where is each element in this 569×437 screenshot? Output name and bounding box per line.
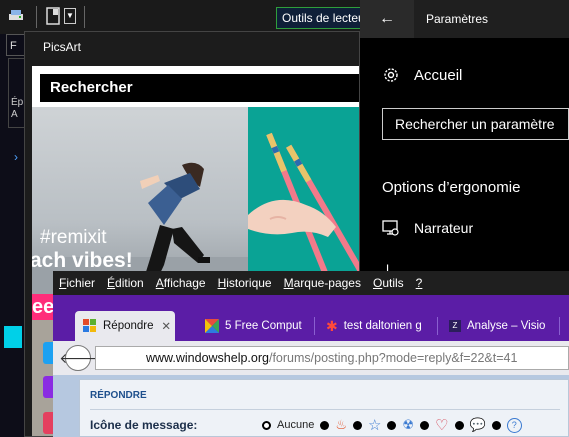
radio-icon-option[interactable] [320,420,330,430]
toolbar-separator [36,6,37,28]
toolbar-separator [84,6,85,28]
no-icon-label: Aucune [277,419,315,431]
message-icon-label: Icône de message: [90,418,198,432]
radio-icon-option[interactable] [352,420,362,430]
tab-analysis[interactable]: Z Analyse – Visio [441,311,557,341]
colorful-favicon-icon [205,319,219,333]
drive-tools-tab[interactable]: Outils de lecteur [276,7,372,29]
picsart-search-bar[interactable]: Rechercher [40,74,359,102]
question-icon: ? [506,417,522,433]
back-arrow-icon: 🡐 [59,349,97,366]
chevron-icon: › [14,150,18,164]
menu-label: ffichage [163,276,206,290]
page-content: RÉPONDRE Icône de message: Aucune ♨ ☆ ☢ … [53,375,569,437]
drive-icon[interactable] [8,8,24,22]
menu-mnemonic: A [155,276,164,290]
narrator-icon [382,220,399,236]
menu-mnemonic: O [372,276,383,290]
speech-bubble-icon: 💬 [469,417,486,432]
firefox-window: Fichier Édition Affichage Historique Mar… [53,271,569,437]
menu-view[interactable]: Affichage [150,276,212,290]
menu-help[interactable]: ? [410,276,429,290]
quick-access-dropdown[interactable]: ▼ [64,8,76,24]
tab-separator [559,317,560,335]
radio-icon-option[interactable] [387,420,397,430]
menu-mnemonic: H [217,276,227,290]
tab-label: Répondre [103,320,154,332]
menu-mnemonic: ? [415,276,423,290]
menu-bookmarks[interactable]: Marque-pages [278,276,367,290]
home-label: Accueil [414,66,463,84]
gear-icon [384,68,398,82]
menu-bar: Fichier Édition Affichage Historique Mar… [53,271,569,295]
menu-tools[interactable]: Outils [367,276,410,290]
settings-item-narrator[interactable]: Narrateur [382,219,473,237]
tab-label: Analyse – Visio [467,320,546,332]
menu-label: istorique [226,276,272,290]
picsart-window-title: PicsArt [43,40,82,54]
url-bar[interactable]: www.windowshelp.org/forums/posting.php?m… [95,346,569,370]
tab-separator [437,317,438,335]
asterisk-favicon-icon: ✱ [326,317,338,334]
url-host: www.windowshelp.org [146,351,269,365]
flame-icon: ♨ [335,417,347,432]
back-arrow-icon: ← [379,10,395,27]
heart-icon: ♡ [435,417,449,434]
menu-mnemonic: É [107,276,116,290]
menu-file[interactable]: Fichier [53,276,101,290]
tab-colorblind-test[interactable]: ✱ test daltonien g [318,311,434,341]
explorer-pane-line: A [11,109,18,120]
remix-slogan: ach vibes! [32,249,133,272]
back-button[interactable]: ← [360,0,414,38]
taskbar-tile[interactable] [4,326,22,348]
tab-separator [314,317,315,335]
close-tab-icon[interactable]: ✕ [161,319,175,333]
menu-label: utils [382,276,404,290]
narrator-label: Narrateur [414,220,474,236]
menu-label: dition [115,276,144,290]
tab-reply[interactable]: Répondre ✕ [75,311,175,341]
form-divider [90,409,560,410]
settings-home-link[interactable]: Accueil [382,66,462,84]
radio-no-icon[interactable] [262,420,271,430]
message-icon-options: Aucune ♨ ☆ ☢ ♡ 💬 ? [262,416,522,434]
menu-mnemonic: M [283,276,294,290]
navigation-bar: www.windowshelp.org/forums/posting.php?m… [53,341,569,375]
radioactive-icon: ☢ [402,417,415,432]
star-icon: ☆ [367,417,382,434]
reply-section-title: RÉPONDRE [90,390,147,401]
tab-label: 5 Free Comput [225,320,302,332]
browser-back-button[interactable]: 🡐 [59,345,97,371]
radio-icon-option[interactable] [454,420,464,430]
menu-label: ichier [66,276,96,290]
radio-icon-option[interactable] [491,420,501,430]
settings-title: Paramètres [426,12,489,26]
document-icon[interactable] [46,7,60,25]
windowshelp-favicon-icon [83,319,96,332]
reply-form-panel: RÉPONDRE Icône de message: Aucune ♨ ☆ ☢ … [79,379,569,437]
analysis-favicon-icon: Z [449,320,461,332]
menu-edit[interactable]: Édition [101,276,150,290]
radio-icon-option[interactable] [420,420,430,430]
tab-free-computer[interactable]: 5 Free Comput [197,311,311,341]
menu-label: arque-pages [293,276,361,290]
url-path: /forums/posting.php?mode=reply&f=22&t=41 [268,351,518,365]
menu-history[interactable]: Historique [212,276,278,290]
tab-label: test daltonien g [343,320,422,332]
explorer-pane-line: Ép [11,97,24,108]
settings-search-input[interactable]: Rechercher un paramètre [382,108,569,140]
remix-hashtag: #remixit [40,227,107,248]
ease-of-access-heading: Options d’ergonomie [382,179,521,196]
tab-strip: Répondre ✕ 5 Free Comput ✱ test daltonie… [53,295,569,341]
